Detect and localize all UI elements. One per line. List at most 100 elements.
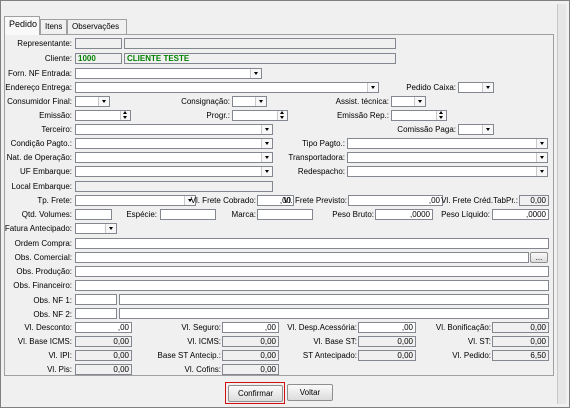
redespacho-select[interactable] — [347, 166, 548, 177]
label-obs-financeiro: Obs. Financeiro: — [13, 281, 72, 290]
assist-tecnica-select[interactable] — [391, 96, 426, 107]
peso-liquido-field[interactable]: ,0000 — [492, 209, 549, 220]
chevron-down-icon — [105, 224, 116, 233]
vl-icms-field: 0,00 — [222, 336, 279, 347]
label-vl-pis: Vl. Pis: — [47, 365, 72, 374]
label-peso-liquido: Peso Líquido: — [441, 210, 490, 219]
tab-observacoes[interactable]: Observações — [67, 19, 127, 34]
terceiro-select[interactable] — [75, 124, 273, 135]
label-pedido-caixa: Pedido Caixa: — [406, 83, 456, 92]
tab-pedido[interactable]: Pedido — [4, 16, 40, 35]
comissao-paga-select[interactable] — [458, 124, 494, 135]
label-consignacao: Consignação: — [181, 97, 230, 106]
label-vl-base-st: Vl. Base ST: — [313, 337, 357, 346]
label-peso-bruto: Peso Bruto: — [332, 210, 374, 219]
ordem-compra-field[interactable] — [75, 238, 549, 249]
label-qtd-volumes: Qtd. Volumes: — [21, 210, 72, 219]
vl-base-icms-field: 0,00 — [75, 336, 132, 347]
label-vl-frete-cobrado: Vl. Frete Cobrado: — [190, 196, 256, 205]
voltar-button[interactable]: Voltar — [287, 384, 333, 401]
vl-frete-previsto-field[interactable]: ,00 — [348, 195, 443, 206]
consumidor-final-select[interactable] — [75, 96, 110, 107]
consignacao-select[interactable] — [232, 96, 267, 107]
condicao-pagto-select[interactable] — [75, 138, 273, 149]
label-vl-pedido: Vl. Pedido: — [452, 351, 491, 360]
label-ordem-compra: Ordem Compra: — [14, 239, 72, 248]
label-base-st-antecip: Base ST Antecip.: — [157, 351, 221, 360]
transportadora-select[interactable] — [347, 152, 548, 163]
chevron-down-icon — [482, 83, 493, 92]
label-vl-seguro: Vl. Seguro: — [181, 323, 221, 332]
spinner-icon[interactable] — [436, 111, 446, 120]
label-vl-ipi: Vl. IPI: — [48, 351, 72, 360]
vl-pis-field: 0,00 — [75, 364, 132, 375]
chevron-down-icon — [367, 83, 378, 92]
emissao-rep-date-field[interactable] — [391, 110, 447, 121]
label-vl-icms: Vl. ICMS: — [187, 337, 221, 346]
obs-comercial-more-button[interactable]: ... — [530, 252, 548, 263]
qtd-volumes-field[interactable] — [75, 209, 112, 220]
vertical-scrollbar[interactable] — [557, 4, 566, 404]
obs-comercial-field[interactable] — [75, 252, 529, 263]
nat-operacao-select[interactable] — [75, 152, 273, 163]
vl-seguro-field[interactable]: ,00 — [222, 322, 279, 333]
base-st-antecip-field: 0,00 — [222, 350, 279, 361]
label-consumidor-final: Consumidor Final: — [7, 97, 72, 106]
label-condicao-pagto: Condição Pagto.: — [10, 139, 72, 148]
spinner-icon[interactable] — [277, 111, 287, 120]
obs-nf1-text-field[interactable] — [119, 294, 549, 305]
vl-st-field: 0,00 — [492, 336, 549, 347]
peso-bruto-field[interactable]: ,0000 — [375, 209, 433, 220]
label-assist-tecnica: Assist. técnica: — [335, 97, 389, 106]
confirmar-button[interactable]: Confirmar — [228, 385, 283, 402]
vl-bonificacao-field: 0,00 — [492, 322, 549, 333]
fatura-antecipado-select[interactable] — [75, 223, 117, 234]
obs-nf1-code-field[interactable] — [75, 294, 117, 305]
label-endereco-entrega: Endereço Entrega: — [5, 83, 72, 92]
label-vl-frete-cred: Vl. Frete Créd.TabPr.: — [441, 196, 518, 205]
label-vl-bonificacao: Vl. Bonificação: — [435, 323, 491, 332]
marca-field[interactable] — [257, 209, 313, 220]
chevron-down-icon — [261, 167, 272, 176]
vl-pedido-field: 6,50 — [492, 350, 549, 361]
especie-field[interactable] — [160, 209, 216, 220]
emissao-date-field[interactable] — [75, 110, 131, 121]
tp-frete-select[interactable] — [75, 195, 196, 206]
pedido-caixa-select[interactable] — [458, 82, 494, 93]
label-transportadora: Transportadora: — [288, 153, 345, 162]
label-vl-desconto: Vl. Desconto: — [24, 323, 72, 332]
vl-cofins-field: 0,00 — [222, 364, 279, 375]
chevron-down-icon — [261, 125, 272, 134]
label-obs-nf2: Obs. NF 2: — [33, 310, 72, 319]
representante-code-field — [75, 38, 122, 49]
spinner-icon[interactable] — [120, 111, 130, 120]
uf-embarque-select[interactable] — [75, 166, 273, 177]
endereco-entrega-select[interactable] — [75, 82, 379, 93]
obs-financeiro-field[interactable] — [75, 280, 549, 291]
st-antecipado-field: 0,00 — [358, 350, 416, 361]
label-emissao-rep: Emissão Rep.: — [336, 111, 389, 120]
obs-producao-field[interactable] — [75, 266, 549, 277]
vl-frete-cred-field: 0,00 — [519, 195, 549, 206]
label-fatura-antecipado: Fatura Antecipado: — [4, 224, 72, 233]
label-tipo-pagto: Tipo Pagto.: — [302, 139, 345, 148]
chevron-down-icon — [414, 97, 425, 106]
progr-date-field[interactable] — [232, 110, 288, 121]
label-vl-st: Vl. ST: — [467, 337, 491, 346]
forn-nf-entrada-select[interactable] — [75, 68, 262, 79]
label-obs-producao: Obs. Produção: — [16, 267, 72, 276]
label-progr: Progr.: — [206, 111, 230, 120]
obs-nf2-text-field[interactable] — [119, 308, 549, 319]
label-especie: Espécie: — [126, 210, 157, 219]
vl-desconto-field[interactable]: ,00 — [75, 322, 132, 333]
chevron-down-icon — [261, 153, 272, 162]
label-vl-frete-previsto: Vl. Frete Previsto: — [283, 196, 347, 205]
label-st-antecipado: ST Antecipado: — [302, 351, 357, 360]
tipo-pagto-select[interactable] — [347, 138, 548, 149]
label-representante: Representante: — [17, 39, 72, 48]
label-terceiro: Terceiro: — [41, 125, 72, 134]
obs-nf2-code-field[interactable] — [75, 308, 117, 319]
chevron-down-icon — [261, 139, 272, 148]
vl-desp-acessoria-field[interactable]: ,00 — [358, 322, 416, 333]
tab-itens[interactable]: Itens — [40, 19, 67, 34]
